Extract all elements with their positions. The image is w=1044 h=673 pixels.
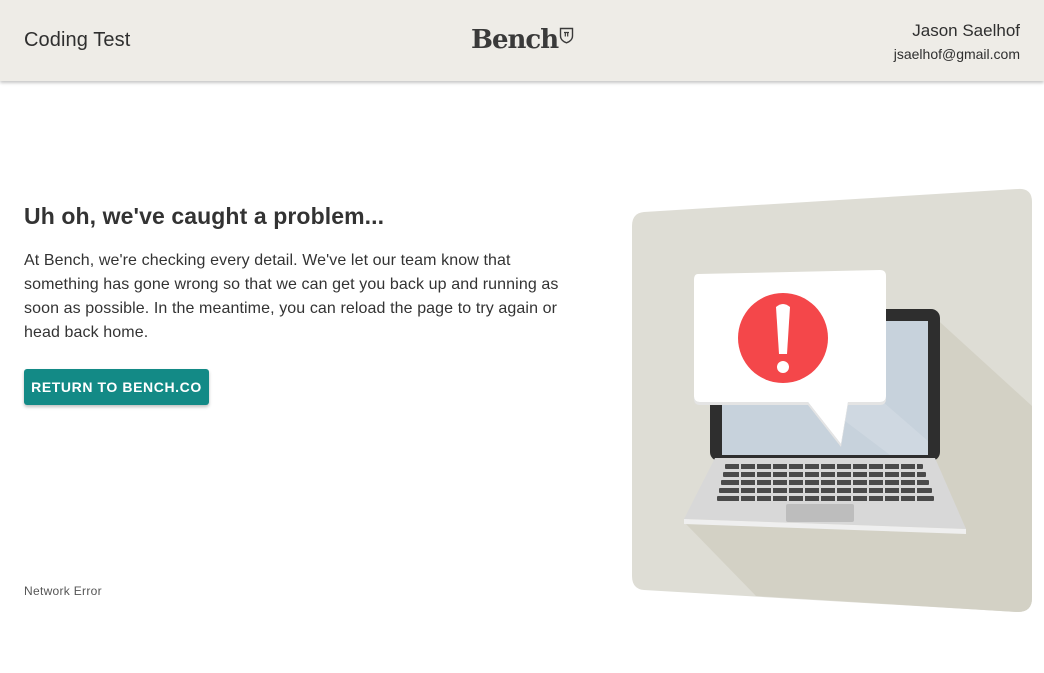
shield-icon xyxy=(559,27,574,44)
laptop-error-illustration xyxy=(632,188,1032,612)
app-title: Coding Test xyxy=(24,29,131,51)
bench-logo[interactable]: Bench xyxy=(471,25,574,55)
logo-wordmark: Bench xyxy=(471,25,559,55)
return-to-bench-button[interactable]: RETURN TO BENCH.CO xyxy=(24,369,209,405)
top-header: Coding Test Bench Jason Saelhof jsaelhof… xyxy=(0,0,1044,81)
error-description: At Bench, we're checking every detail. W… xyxy=(24,252,559,341)
laptop-trackpad xyxy=(786,504,854,522)
user-email: jsaelhof@gmail.com xyxy=(893,46,1020,62)
error-code: Network Error xyxy=(24,584,102,598)
error-title: Uh oh, we've caught a problem... xyxy=(24,203,385,229)
user-name: Jason Saelhof xyxy=(912,21,1020,40)
